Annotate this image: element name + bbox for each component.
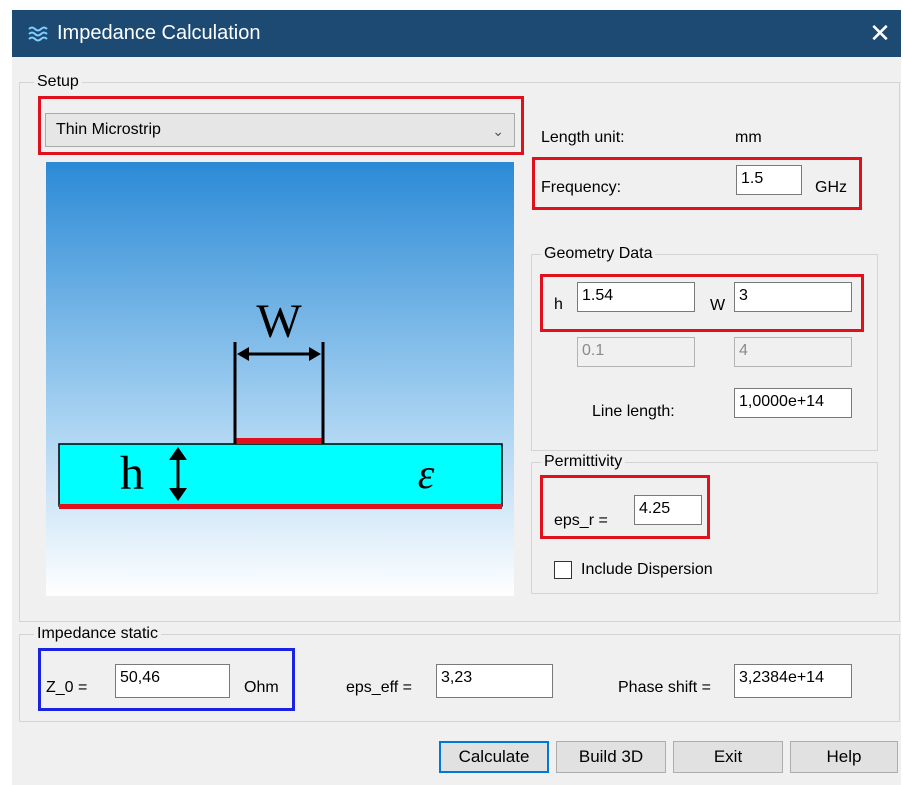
- help-button[interactable]: Help: [790, 741, 898, 773]
- line-length-input[interactable]: 1,0000e+14: [734, 388, 852, 418]
- include-dispersion-label[interactable]: Include Dispersion: [581, 560, 713, 580]
- eps-eff-label: eps_eff =: [346, 679, 412, 696]
- frequency-highlight: [532, 157, 862, 210]
- exit-button[interactable]: Exit: [673, 741, 783, 773]
- window-title: Impedance Calculation: [57, 22, 261, 44]
- impedance-group-label: Impedance static: [34, 624, 161, 644]
- close-icon[interactable]: ✕: [863, 16, 897, 50]
- ground-plane: [59, 504, 502, 509]
- phase-shift-output: 3,2384e+14: [734, 664, 852, 698]
- microstrip-diagram: W h ε: [46, 162, 514, 596]
- w-label: W: [256, 295, 302, 348]
- line-length-label: Line length:: [592, 403, 675, 420]
- geometry-highlight: [540, 274, 864, 332]
- disabled-field-2: 4: [734, 337, 852, 367]
- title-bar: Impedance Calculation ✕: [12, 10, 901, 57]
- line-type-highlight: [38, 96, 524, 155]
- impedance-highlight: [38, 648, 295, 711]
- signal-strip: [235, 438, 323, 444]
- phase-shift-label: Phase shift =: [618, 679, 711, 696]
- length-unit-label: Length unit:: [541, 129, 625, 146]
- length-unit-value: mm: [735, 129, 762, 146]
- app-wave-icon: [28, 26, 48, 42]
- h-label: h: [120, 447, 144, 500]
- eps-eff-output: 3,23: [436, 664, 553, 698]
- impedance-dialog: Impedance Calculation ✕ Setup Thin Micro…: [12, 10, 901, 785]
- include-dispersion-checkbox[interactable]: [554, 561, 572, 579]
- calculate-button[interactable]: Calculate: [439, 741, 549, 773]
- disabled-field-1: 0.1: [577, 337, 695, 367]
- permittivity-group-label: Permittivity: [541, 452, 626, 472]
- geometry-group-label: Geometry Data: [541, 244, 656, 264]
- permittivity-highlight: [540, 475, 710, 539]
- epsilon-label: ε: [418, 452, 435, 498]
- build-3d-button[interactable]: Build 3D: [556, 741, 666, 773]
- setup-group-label: Setup: [34, 72, 82, 92]
